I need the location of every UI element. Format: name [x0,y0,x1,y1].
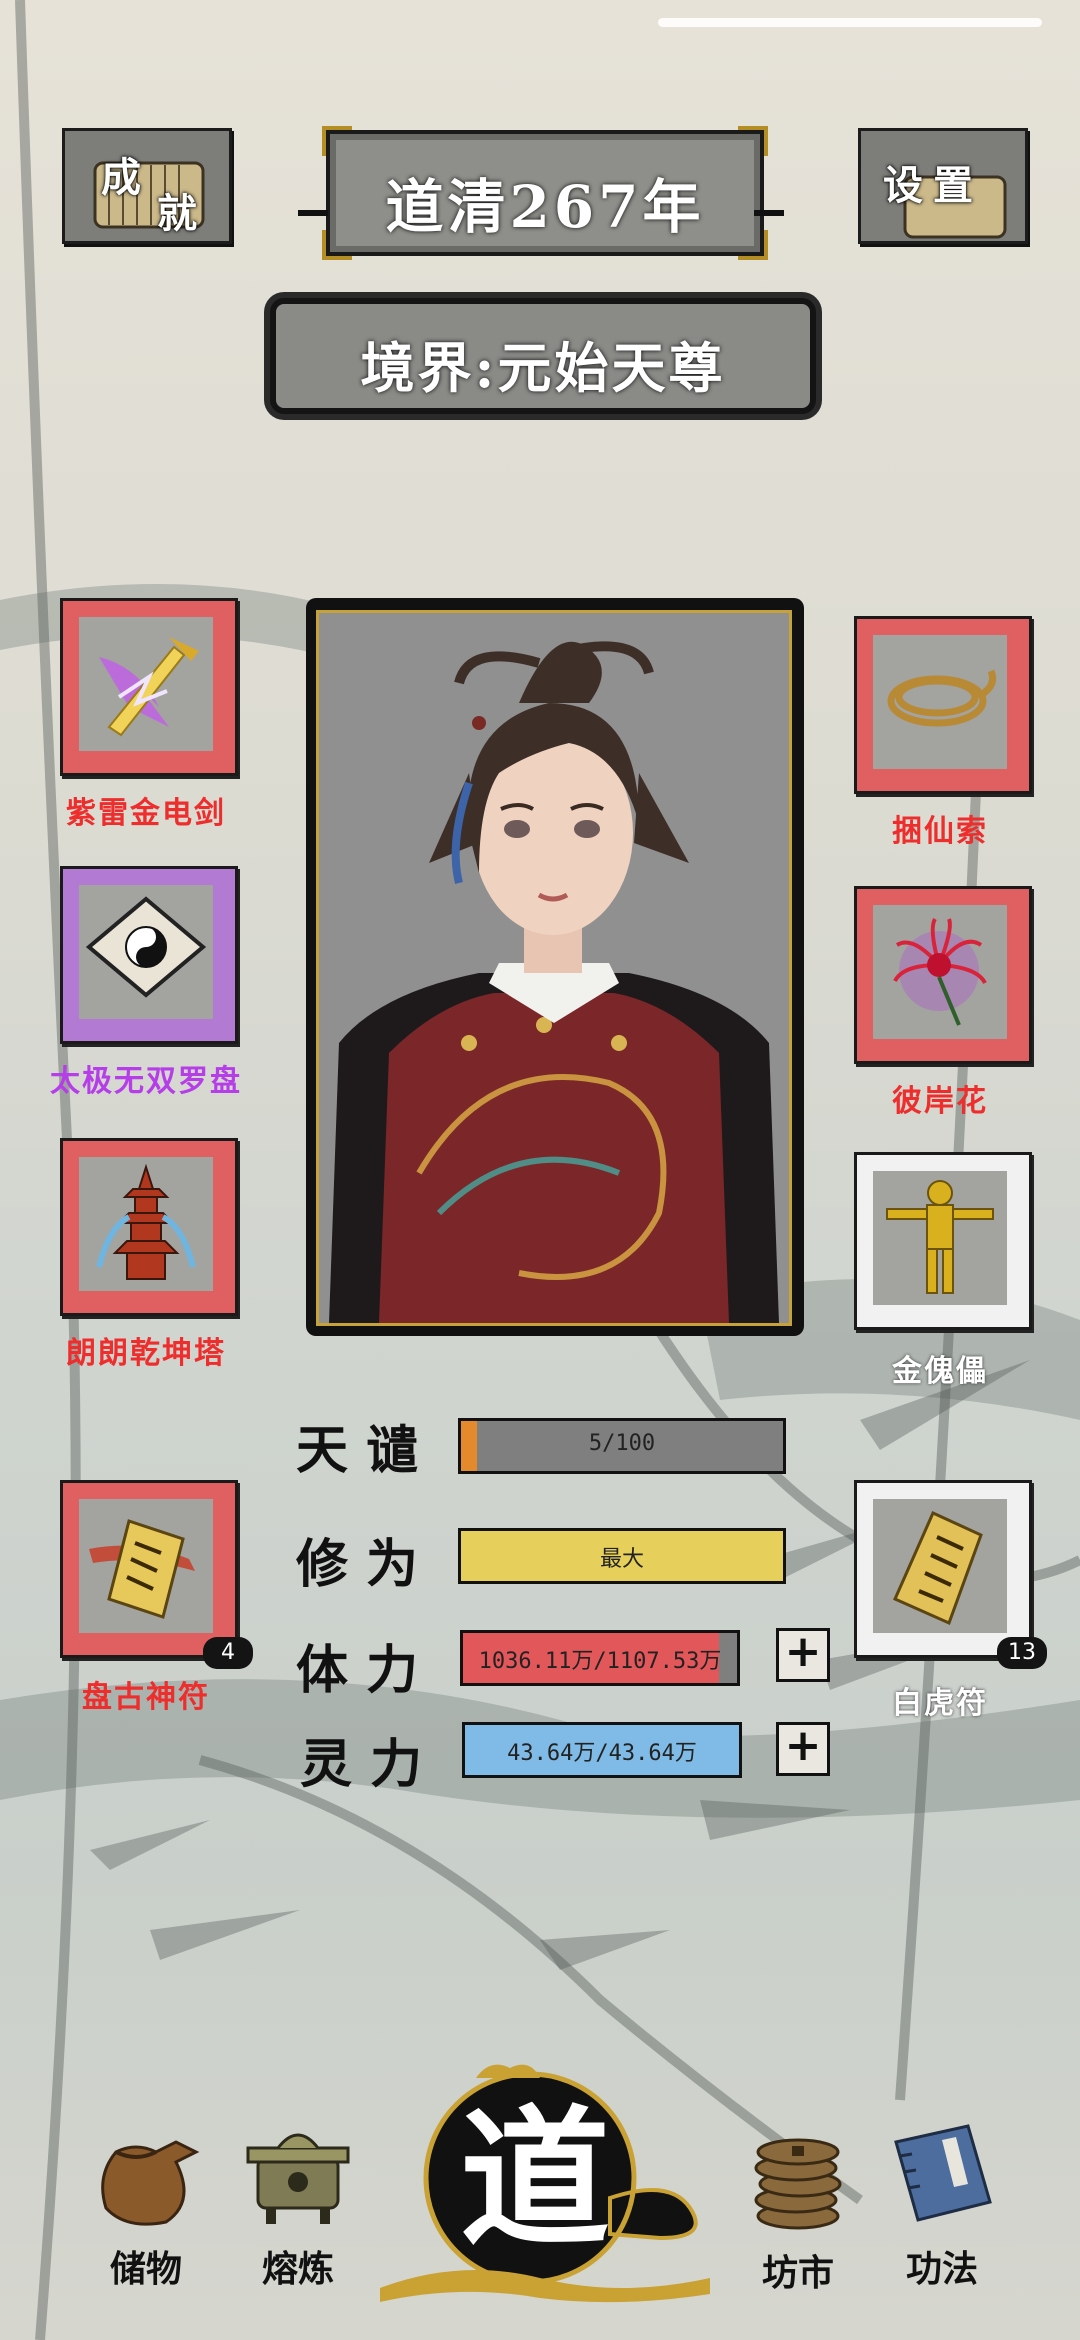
item-image [873,905,1007,1039]
cultivation-bar: 最大 [458,1528,786,1584]
year-title-plaque: 道清267年 [322,126,768,260]
pagoda-icon [96,1163,196,1280]
lightning-sword-icon [99,637,199,737]
item-slot-pangu-talisman[interactable]: 4 [60,1480,253,1669]
item-image [873,635,1007,769]
pouch-icon [101,2140,200,2226]
item-name: 彼岸花 [892,1084,988,1119]
talisman-icon [89,1519,195,1619]
achievements-label-1: 成 [101,154,141,201]
stat-label-cultivation: 修为 [296,1534,437,1595]
gold-corner-ornament [738,126,768,156]
stat-label-stamina: 体力 [296,1640,437,1701]
item-slot-spider-lily[interactable] [854,886,1032,1064]
cultivation-value: 最大 [599,1547,644,1572]
spirit-plus-button[interactable]: + [776,1722,830,1776]
year-title: 道清267年 [385,173,705,241]
taiji-compass-icon [85,896,207,998]
gold-corner-ornament [322,126,352,156]
stat-label-tribulation: 天谴 [296,1420,437,1481]
nav-market-label: 坊市 [761,2252,834,2294]
spirit-bar: 43.64万/43.64万 [462,1722,742,1778]
item-name: 金傀儡 [892,1354,988,1389]
realm-plaque: 境界:元始天尊 [270,298,816,414]
item-image [79,885,213,1019]
dao-center-button[interactable]: 道 [380,2058,710,2308]
rope-icon [887,669,997,727]
home-indicator[interactable] [658,18,1042,27]
talisman-icon [893,1511,983,1626]
item-name: 太极无双罗盘 [50,1064,242,1099]
tribulation-value: 5/100 [588,1431,656,1456]
spirit-value: 43.64万/43.64万 [507,1741,697,1766]
stamina-plus-button[interactable]: + [776,1628,830,1682]
item-slot-purple-lightning-sword[interactable] [60,598,238,776]
item-slot-pagoda[interactable] [60,1138,238,1316]
tribulation-bar: 5/100 [458,1418,786,1474]
nav-smelting-label: 熔炼 [261,2248,334,2290]
stamina-value: 1036.11万/1107.53万 [478,1649,722,1674]
achievements-button[interactable]: 成 就 [62,128,232,244]
character-portrait [316,610,792,1326]
achievements-label-2: 就 [157,190,197,237]
settings-label: 设置 [883,162,983,209]
item-count-badge: 4 [203,1637,253,1669]
stamina-bar: 1036.11万/1107.53万 [460,1630,740,1686]
item-image [79,617,213,751]
cauldron-icon [246,2133,350,2224]
item-name: 捆仙索 [892,814,988,849]
item-name: 朗朗乾坤塔 [66,1336,226,1371]
nav-techniques-label: 功法 [905,2248,978,2290]
nav-storage-label: 储物 [109,2248,182,2290]
nav-storage-button[interactable]: 储物 [76,2112,216,2292]
item-image [873,1499,1007,1633]
plaque-rod-right [754,210,784,216]
character-portrait-frame[interactable] [306,598,804,1336]
dao-character: 道 [459,2091,610,2267]
item-slot-white-tiger-talisman[interactable]: 13 [854,1480,1047,1669]
item-image [873,1171,1007,1305]
item-slot-immortal-binding-rope[interactable] [854,616,1032,794]
item-image [79,1157,213,1291]
coin-stack-icon [754,2138,842,2230]
plaque-rod-left [298,210,328,216]
golden-puppet-icon [886,1180,994,1294]
item-count-badge: 13 [997,1637,1047,1669]
item-name: 盘古神符 [82,1680,210,1715]
item-name: 白虎符 [892,1686,988,1721]
cultivator-portrait-image [319,613,789,1323]
stat-label-spirit: 灵力 [300,1734,441,1795]
item-slot-golden-puppet[interactable] [854,1152,1032,1330]
book-icon [894,2124,992,2222]
spider-lily-icon [893,917,987,1026]
realm-text: 境界:元始天尊 [360,336,726,400]
nav-market-button[interactable]: 坊市 [728,2116,868,2296]
nav-techniques-button[interactable]: 功法 [872,2112,1012,2292]
item-name: 紫雷金电剑 [66,796,226,831]
item-image [79,1499,213,1633]
settings-button[interactable]: 设置 [858,128,1028,244]
nav-smelting-button[interactable]: 熔炼 [228,2112,368,2292]
item-slot-taiji-compass[interactable] [60,866,238,1044]
